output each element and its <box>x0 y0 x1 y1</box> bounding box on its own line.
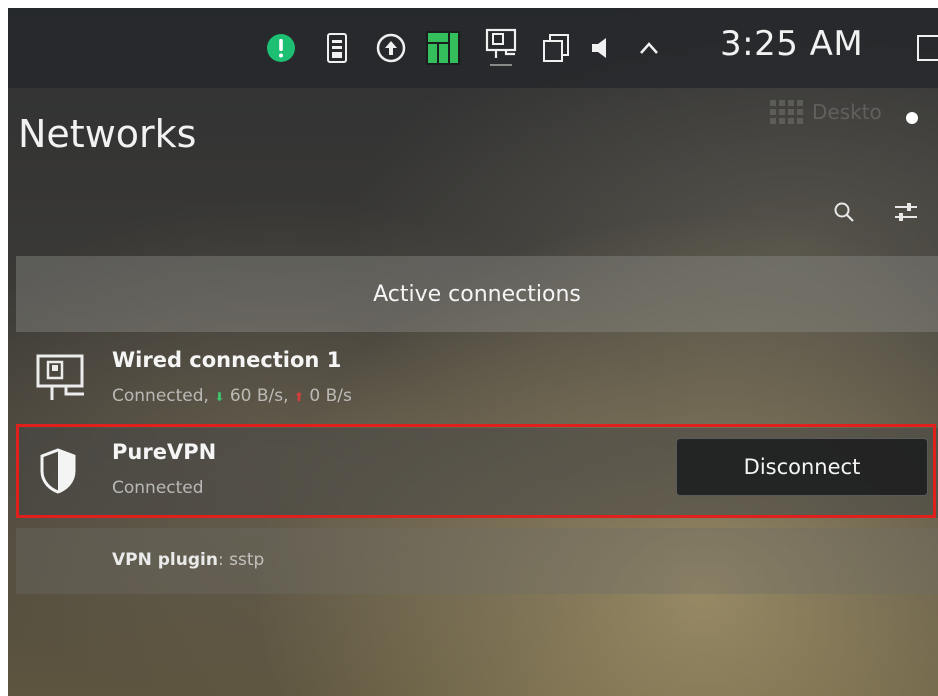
vpn-details-panel: VPN plugin: sstp <box>16 528 938 594</box>
section-title: Active connections <box>373 281 581 307</box>
search-icon[interactable] <box>830 198 858 226</box>
usb-drive-icon[interactable] <box>326 30 348 66</box>
wired-connection-name: Wired connection 1 <box>112 348 342 372</box>
configure-icon[interactable] <box>892 198 920 226</box>
selection-highlight <box>16 424 936 518</box>
grid-icon <box>770 100 803 124</box>
upload-icon[interactable] <box>376 30 406 66</box>
screenshot-border-top <box>0 0 938 8</box>
volume-icon[interactable] <box>590 30 610 66</box>
screenshot-border-left <box>0 0 8 696</box>
cursor-dot <box>906 112 918 124</box>
upload-arrow-icon: ⬆ <box>293 390 304 404</box>
wired-connection-status: Connected, ⬇ 60 B/s, ⬆ 0 B/s <box>112 386 352 406</box>
download-arrow-icon: ⬇ <box>214 390 225 404</box>
expand-tray-icon[interactable] <box>638 30 660 66</box>
notification-icon[interactable] <box>916 30 938 66</box>
update-alert-icon[interactable] <box>266 30 296 66</box>
clipboard-icon[interactable] <box>542 30 570 66</box>
upload-rate: 0 B/s <box>309 386 352 406</box>
desktop-ghost-label: Deskto <box>770 100 882 124</box>
network-icon[interactable] <box>484 28 518 66</box>
vpn-plugin-value: : sstp <box>217 550 265 570</box>
vpn-plugin-line: VPN plugin: sstp <box>112 550 264 570</box>
vpn-plugin-label: VPN plugin <box>112 550 218 570</box>
manjaro-icon[interactable] <box>426 30 460 66</box>
desktop-ghost-text: Deskto <box>812 100 882 124</box>
clock[interactable]: 3:25 AM <box>720 24 863 64</box>
wired-connection-item[interactable]: Wired connection 1 Connected, ⬇ 60 B/s, … <box>16 340 938 420</box>
download-rate: 60 B/s, <box>229 386 289 406</box>
active-connections-header: Active connections <box>16 256 938 332</box>
wired-network-icon <box>30 348 90 408</box>
page-title: Networks <box>18 112 197 156</box>
wired-status-text: Connected, <box>112 386 209 406</box>
system-tray: 3:25 AM <box>8 8 938 88</box>
